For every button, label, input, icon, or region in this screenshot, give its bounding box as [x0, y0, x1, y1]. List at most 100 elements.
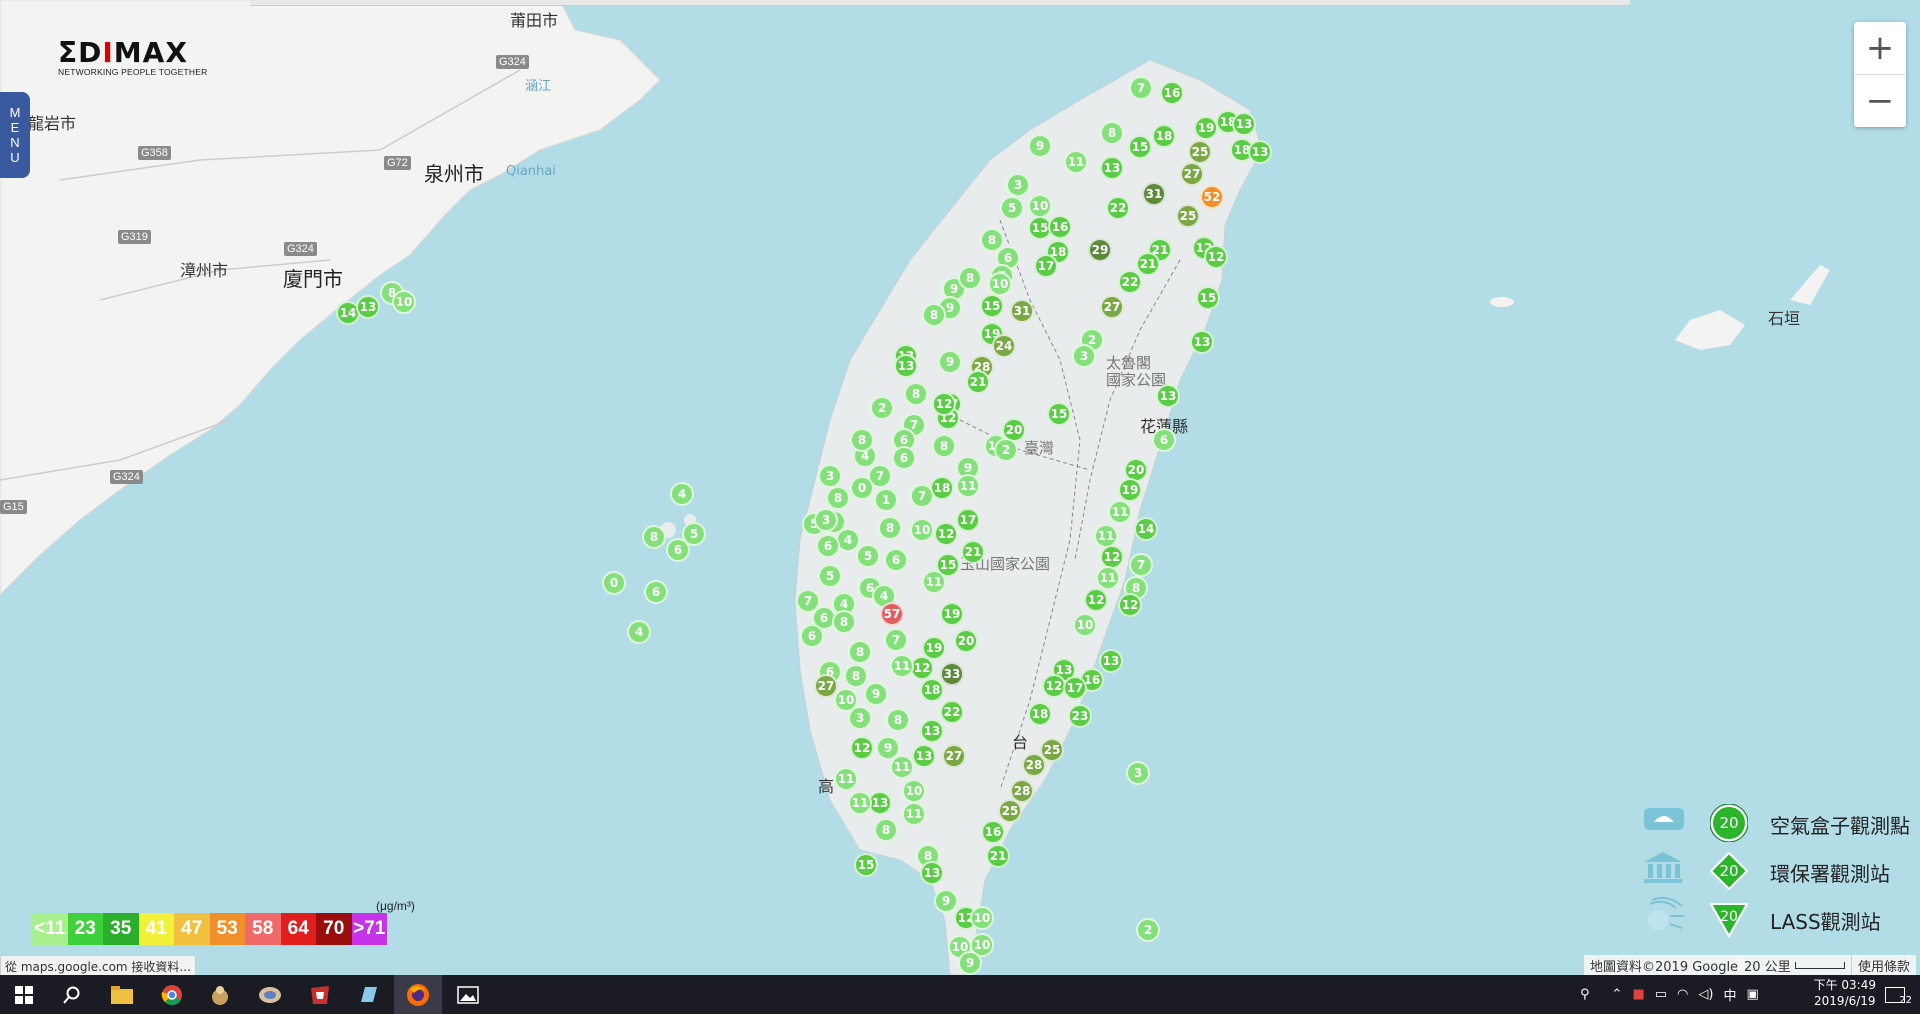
- sensor-marker[interactable]: 14: [1134, 517, 1158, 541]
- sensor-marker[interactable]: 9: [1028, 134, 1052, 158]
- sensor-marker[interactable]: 29: [1088, 238, 1112, 262]
- sensor-marker[interactable]: 13: [1248, 140, 1272, 164]
- map-view[interactable]: 莆田市 龍岩市 泉州市 漳州市 廈門市 石垣 涵江 Qianhai 太魯閣 國家公園 臺灣 玉山國家…: [0, 0, 1920, 975]
- sensor-marker[interactable]: 4: [670, 482, 694, 506]
- sensor-marker[interactable]: 25: [1176, 204, 1200, 228]
- sensor-marker[interactable]: 20: [954, 629, 978, 653]
- sensor-marker[interactable]: 12: [1084, 588, 1108, 612]
- sensor-marker[interactable]: 12: [934, 522, 958, 546]
- sensor-marker[interactable]: 21: [966, 370, 990, 394]
- sensor-marker[interactable]: 13: [912, 744, 936, 768]
- sensor-marker[interactable]: 3: [1072, 344, 1096, 368]
- firefox-icon[interactable]: [394, 975, 442, 1014]
- sensor-marker[interactable]: 16: [1160, 81, 1184, 105]
- sensor-marker[interactable]: 27: [942, 744, 966, 768]
- sensor-marker[interactable]: 13: [894, 354, 918, 378]
- security-icon[interactable]: ■: [1632, 987, 1644, 1002]
- sensor-marker[interactable]: 2: [994, 438, 1018, 462]
- sensor-marker[interactable]: 11: [848, 791, 872, 815]
- sensor-marker[interactable]: 19: [940, 602, 964, 626]
- sensor-marker[interactable]: 21: [1136, 252, 1160, 276]
- sensor-marker[interactable]: 8: [874, 818, 898, 842]
- sensor-marker[interactable]: 31: [1142, 182, 1166, 206]
- sensor-marker[interactable]: 6: [816, 534, 840, 558]
- app-icon-3[interactable]: [296, 975, 344, 1014]
- sensor-marker[interactable]: 3: [1006, 173, 1030, 197]
- sensor-marker[interactable]: 15: [854, 853, 878, 877]
- sensor-marker[interactable]: 33: [940, 662, 964, 686]
- sensor-marker[interactable]: 10: [910, 518, 934, 542]
- sensor-marker[interactable]: 5: [1000, 196, 1024, 220]
- sensor-marker[interactable]: 12: [932, 392, 956, 416]
- sensor-marker[interactable]: 9: [938, 350, 962, 374]
- sensor-marker[interactable]: 13: [356, 295, 380, 319]
- sensor-marker[interactable]: 13: [1156, 384, 1180, 408]
- sensor-marker[interactable]: 15: [1128, 135, 1152, 159]
- sensor-marker[interactable]: 11: [890, 654, 914, 678]
- sensor-marker[interactable]: 24: [992, 334, 1016, 358]
- sensor-marker[interactable]: 8: [1100, 121, 1124, 145]
- sensor-marker[interactable]: 23: [1068, 704, 1092, 728]
- sensor-marker[interactable]: 8: [844, 664, 868, 688]
- sensor-marker[interactable]: 3: [814, 508, 838, 532]
- sensor-marker[interactable]: 18: [1028, 702, 1052, 726]
- chevron-up-icon[interactable]: ⌃: [1612, 987, 1623, 1002]
- sensor-marker[interactable]: 18: [920, 678, 944, 702]
- photos-icon[interactable]: [444, 975, 492, 1014]
- sensor-marker[interactable]: 28: [1022, 753, 1046, 777]
- sensor-marker[interactable]: 7: [910, 484, 934, 508]
- ime-mode-icon[interactable]: ▣: [1746, 987, 1758, 1002]
- sensor-marker[interactable]: 16: [981, 820, 1005, 844]
- sensor-marker[interactable]: 8: [878, 516, 902, 540]
- sensor-marker[interactable]: 11: [902, 802, 926, 826]
- sensor-marker[interactable]: 13: [920, 861, 944, 885]
- sensor-marker[interactable]: 2: [870, 396, 894, 420]
- sensor-marker[interactable]: 11: [1108, 500, 1132, 524]
- zoom-in-button[interactable]: +: [1854, 22, 1906, 74]
- sensor-marker[interactable]: 13: [1190, 330, 1214, 354]
- sensor-marker[interactable]: 10: [1073, 613, 1097, 637]
- sensor-marker[interactable]: 22: [1118, 270, 1142, 294]
- sensor-marker[interactable]: 27: [814, 674, 838, 698]
- sensor-marker[interactable]: 21: [961, 540, 985, 564]
- sensor-marker[interactable]: 13: [1232, 112, 1256, 136]
- zoom-out-button[interactable]: −: [1854, 75, 1906, 127]
- sensor-marker[interactable]: 0: [602, 571, 626, 595]
- file-explorer-icon[interactable]: [98, 975, 146, 1014]
- sensor-marker[interactable]: 11: [1096, 566, 1120, 590]
- sensor-marker[interactable]: 19: [1118, 478, 1142, 502]
- terms-link[interactable]: 使用條款: [1852, 955, 1917, 975]
- sensor-marker[interactable]: 5: [856, 544, 880, 568]
- ime-indicator[interactable]: 中: [1723, 985, 1736, 1004]
- sensor-marker[interactable]: 52: [1200, 185, 1224, 209]
- sensor-marker[interactable]: 18: [1152, 124, 1176, 148]
- sensor-marker[interactable]: 10: [902, 779, 926, 803]
- sensor-marker[interactable]: 2: [1136, 918, 1160, 942]
- sensor-marker[interactable]: 6: [644, 580, 668, 604]
- sensor-marker[interactable]: 8: [922, 303, 946, 327]
- sensor-marker[interactable]: 17: [1063, 676, 1087, 700]
- sensor-marker[interactable]: 25: [1188, 140, 1212, 164]
- sensor-marker[interactable]: 10: [988, 272, 1012, 296]
- sensor-marker[interactable]: 8: [904, 382, 928, 406]
- sensor-marker[interactable]: 4: [627, 620, 651, 644]
- sensor-marker[interactable]: 8: [958, 266, 982, 290]
- sensor-marker[interactable]: 15: [1047, 402, 1071, 426]
- sensor-marker[interactable]: 57: [880, 602, 904, 626]
- people-icon[interactable]: ⚲: [1580, 987, 1590, 1002]
- sensor-marker[interactable]: 21: [986, 844, 1010, 868]
- sensor-marker[interactable]: 15: [1196, 286, 1220, 310]
- sensor-marker[interactable]: 8: [850, 428, 874, 452]
- app-icon-2[interactable]: [246, 975, 294, 1014]
- sensor-marker[interactable]: 7: [1129, 76, 1153, 100]
- app-icon[interactable]: [196, 975, 244, 1014]
- notification-center-icon[interactable]: 22: [1885, 975, 1912, 1014]
- sensor-marker[interactable]: 15: [980, 294, 1004, 318]
- sensor-marker[interactable]: 0: [850, 476, 874, 500]
- sensor-marker[interactable]: 3: [818, 464, 842, 488]
- sensor-marker[interactable]: 8: [642, 525, 666, 549]
- sensor-marker[interactable]: 13: [1099, 649, 1123, 673]
- taskbar-clock[interactable]: 下午 03:49 2019/6/19: [1814, 977, 1876, 1009]
- sensor-marker[interactable]: 13: [1100, 156, 1124, 180]
- sensor-marker[interactable]: 13: [920, 719, 944, 743]
